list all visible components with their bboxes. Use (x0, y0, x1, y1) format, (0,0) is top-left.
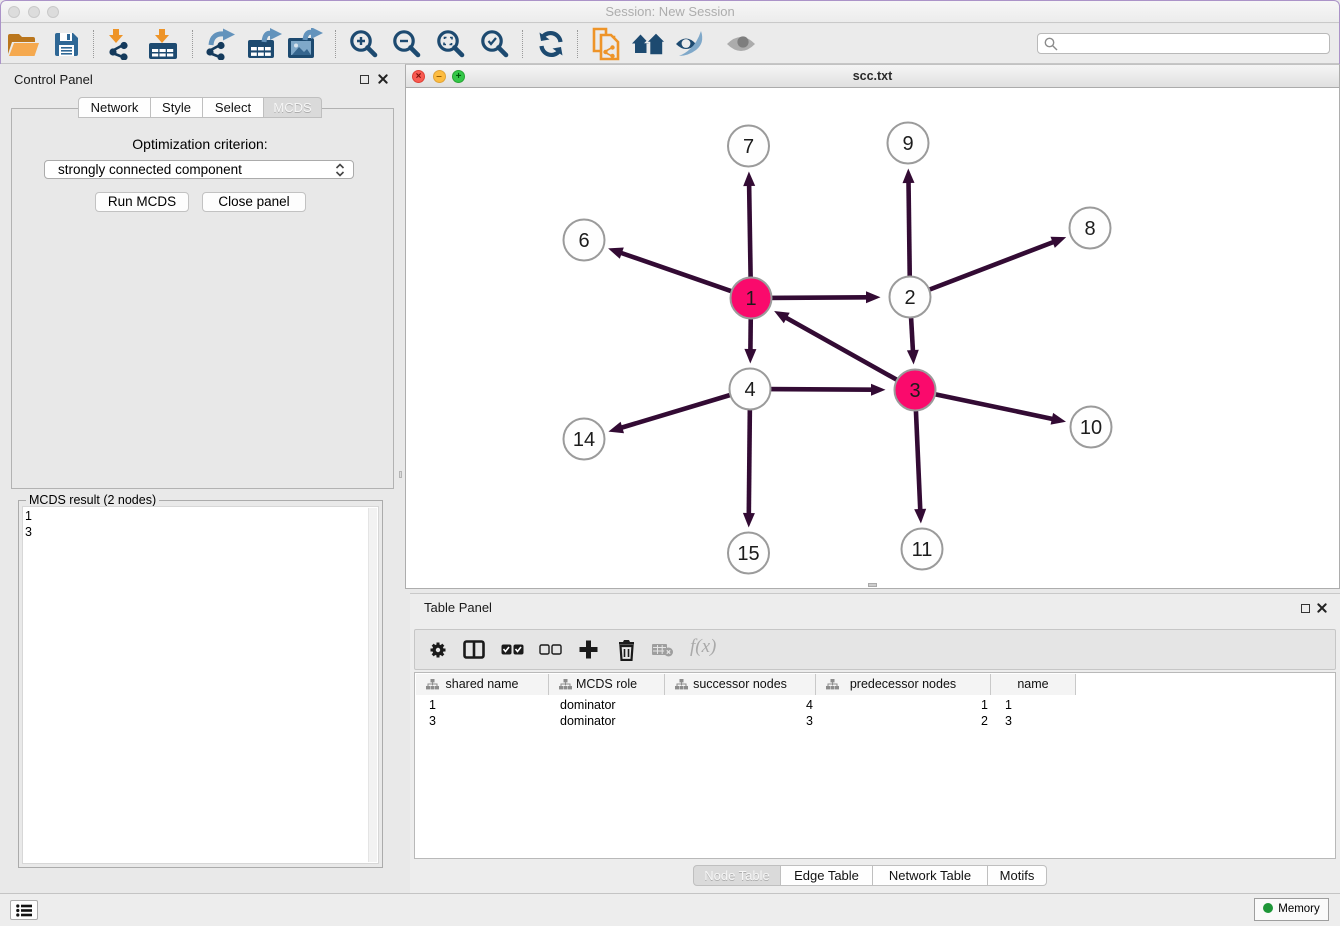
svg-text:6: 6 (578, 230, 589, 252)
svg-text:11: 11 (912, 539, 933, 561)
svg-text:2: 2 (904, 287, 915, 309)
svg-text:9: 9 (902, 133, 913, 155)
svg-text:10: 10 (1080, 417, 1102, 439)
svg-text:7: 7 (743, 136, 754, 158)
svg-text:3: 3 (909, 380, 920, 402)
svg-text:15: 15 (737, 543, 759, 565)
svg-text:14: 14 (573, 429, 595, 451)
svg-text:8: 8 (1084, 218, 1095, 240)
svg-text:4: 4 (744, 379, 755, 401)
svg-text:1: 1 (745, 288, 756, 310)
